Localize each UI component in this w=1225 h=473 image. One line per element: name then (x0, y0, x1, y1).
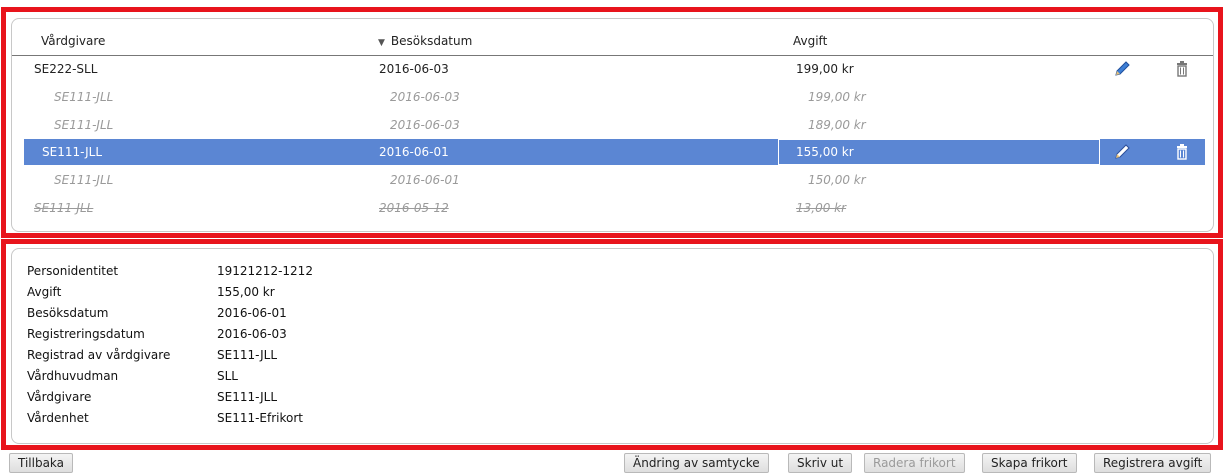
register-fee-button[interactable]: Registrera avgift (1094, 453, 1212, 473)
detail-value: SE111-JLL (217, 390, 278, 404)
column-header-fee[interactable]: Avgift (793, 34, 827, 48)
create-free-card-button[interactable]: Skapa frikort (982, 453, 1077, 473)
detail-label: Vårdenhet (27, 411, 89, 425)
column-header-visit-date[interactable]: ▼ Besöksdatum (378, 34, 472, 48)
cell-visit-date: 2016-06-03 (390, 118, 460, 132)
detail-label: Besöksdatum (27, 306, 109, 320)
table-row[interactable]: SE222-SLL 2016-06-03 199,00 kr (24, 56, 1205, 82)
change-consent-button[interactable]: Ändring av samtycke (624, 453, 769, 473)
detail-label: Avgift (27, 285, 62, 299)
pencil-icon[interactable] (1112, 59, 1132, 79)
detail-label: Personidentitet (27, 264, 119, 278)
table-row[interactable]: SE111-JLL 2016-05-12 13,00 kr (24, 195, 1205, 221)
column-header-provider[interactable]: Vårdgivare (41, 34, 105, 48)
column-header-visit-date-label: Besöksdatum (390, 34, 473, 48)
detail-value: 155,00 kr (217, 285, 275, 299)
detail-label: Vårdhuvudman (27, 369, 119, 383)
cell-fee: 189,00 kr (808, 118, 866, 132)
cell-provider: SE111-JLL (54, 173, 114, 187)
cell-provider: SE222-SLL (34, 62, 98, 76)
detail-label: Registrad av vårdgivare (27, 348, 171, 362)
cell-fee: 199,00 kr (808, 90, 866, 104)
table-row[interactable]: SE111-JLL 2016-06-03 189,00 kr (24, 112, 1205, 138)
fee-list-panel: Vårdgivare ▼ Besöksdatum Avgift SE222-SLL… (11, 18, 1214, 232)
detail-value: SE111-JLL (217, 348, 278, 362)
detail-value: SE111-Efrikort (217, 411, 304, 425)
cell-visit-date: 2016-05-12 (379, 201, 449, 215)
detail-value: SLL (217, 369, 238, 383)
table-row[interactable]: SE111-JLL 2016-06-01 155,00 kr (24, 139, 1205, 165)
cell-visit-date: 2016-06-01 (390, 173, 460, 187)
pencil-icon[interactable] (1112, 142, 1132, 162)
table-row[interactable]: SE111-JLL 2016-06-01 150,00 kr (24, 167, 1205, 193)
detail-label: Vårdgivare (27, 390, 92, 404)
detail-value: 2016-06-03 (217, 327, 287, 341)
cell-fee: 155,00 kr (796, 145, 854, 159)
sort-desc-icon: ▼ (378, 38, 385, 48)
cell-provider: SE111-JLL (42, 145, 103, 159)
cell-fee: 13,00 kr (796, 201, 847, 215)
cell-provider: SE111-JLL (34, 201, 94, 215)
table-row[interactable]: SE111-JLL 2016-06-03 199,00 kr (24, 84, 1205, 110)
trash-icon[interactable] (1172, 142, 1192, 162)
detail-label: Registreringsdatum (27, 327, 145, 341)
delete-free-card-button: Radera frikort (864, 453, 965, 473)
cell-fee: 150,00 kr (808, 173, 866, 187)
cell-fee: 199,00 kr (796, 62, 854, 76)
back-button[interactable]: Tillbaka (9, 453, 74, 473)
detail-value: 2016-06-01 (217, 306, 287, 320)
print-button[interactable]: Skriv ut (788, 453, 853, 473)
cell-provider: SE111-JLL (54, 90, 114, 104)
cell-provider: SE111-JLL (54, 118, 114, 132)
table-header: Vårdgivare ▼ Besöksdatum Avgift (12, 19, 1213, 56)
cell-visit-date: 2016-06-01 (379, 145, 449, 159)
trash-icon[interactable] (1172, 59, 1192, 79)
detail-value: 19121212-1212 (217, 264, 313, 278)
cell-visit-date: 2016-06-03 (379, 62, 449, 76)
cell-visit-date: 2016-06-03 (390, 90, 460, 104)
